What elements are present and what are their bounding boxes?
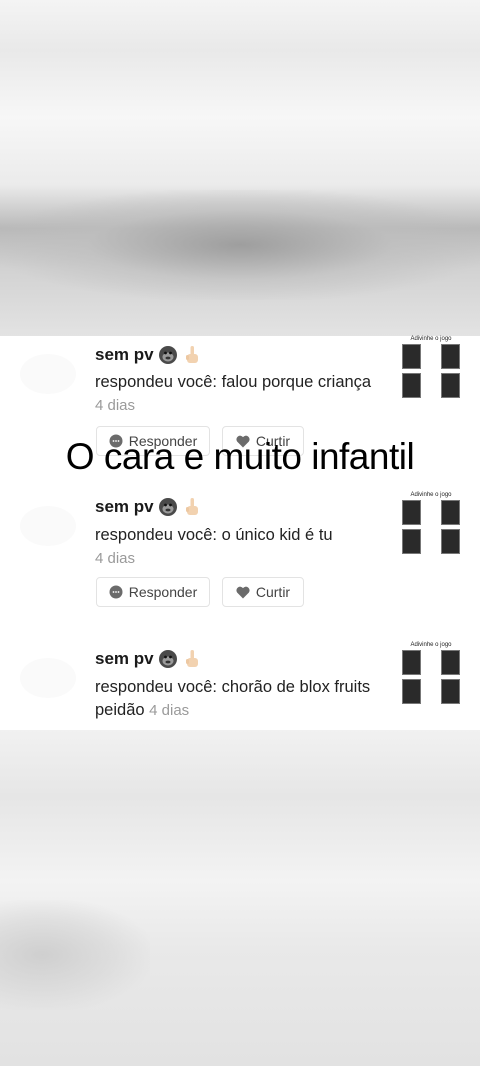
comment-time: 4 dias (95, 397, 136, 414)
blurred-background-top (0, 0, 480, 336)
speech-bubble-icon (109, 585, 123, 599)
comment-author[interactable]: sem pv (95, 497, 202, 517)
comment-text: respondeu você: falou porque criança 4 d… (95, 373, 372, 414)
middle-finger-emoji-icon (185, 498, 198, 515)
comments-screenshot: sem pv respondeu você: falou porque cria… (0, 336, 480, 730)
comment-time: 4 dias (95, 550, 136, 567)
comment-author[interactable]: sem pv (95, 649, 202, 669)
blurred-background-bottom (0, 730, 480, 1066)
gorilla-emoji-icon (158, 346, 177, 364)
video-thumbnail[interactable]: Adivinhe o jogo (400, 642, 462, 706)
avatar[interactable] (20, 506, 76, 546)
video-thumbnail[interactable]: Adivinhe o jogo (400, 492, 462, 556)
comment-text: respondeu você: o único kid é tu 4 dias (95, 526, 333, 567)
gorilla-emoji-icon (158, 498, 177, 516)
middle-finger-emoji-icon (185, 650, 198, 667)
overlay-caption: O cara e muito infantil (65, 436, 415, 477)
comment-text: respondeu você: chorão de blox fruits pe… (95, 678, 371, 719)
avatar[interactable] (20, 658, 76, 698)
comment-time: 4 dias (149, 702, 190, 719)
video-thumbnail[interactable]: Adivinhe o jogo (400, 336, 462, 400)
reply-button[interactable]: Responder (96, 577, 210, 607)
gorilla-emoji-icon (158, 650, 177, 668)
avatar[interactable] (20, 354, 76, 394)
like-button[interactable]: Curtir (222, 577, 304, 607)
heart-icon (236, 586, 250, 598)
middle-finger-emoji-icon (185, 346, 198, 363)
comment-author[interactable]: sem pv (95, 345, 202, 365)
